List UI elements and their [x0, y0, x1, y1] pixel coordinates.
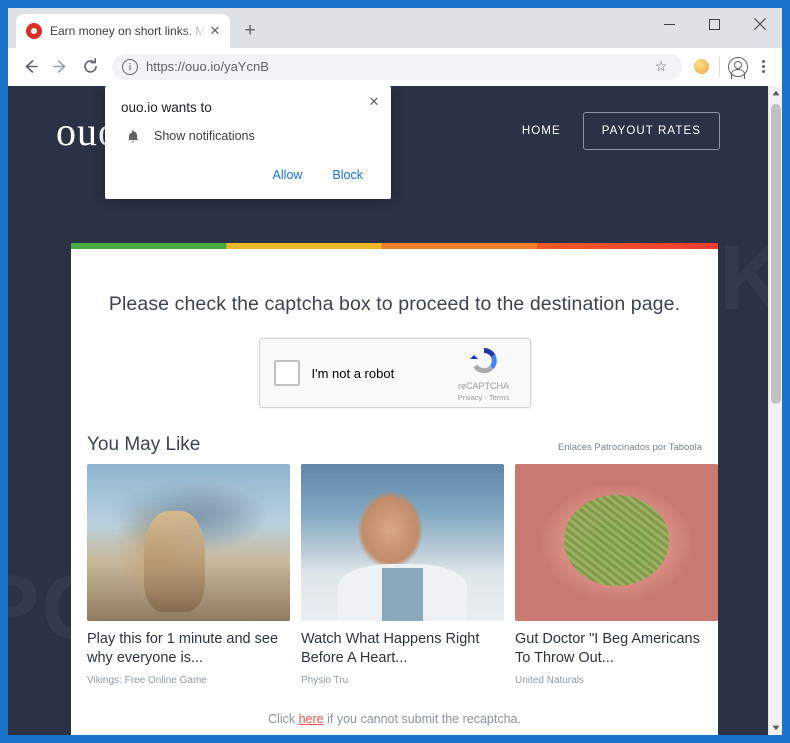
vertical-scrollbar[interactable] [768, 86, 782, 735]
close-icon[interactable]: ✕ [206, 22, 224, 40]
kebab-menu-icon[interactable] [752, 58, 774, 75]
footer-suffix: if you cannot submit the recaptcha. [323, 712, 521, 726]
address-bar[interactable]: i https://ouo.io/yaYcnB ☆ [112, 53, 682, 80]
page-title: Please check the captcha box to proceed … [108, 293, 681, 315]
item-source: Physio Tru [301, 675, 349, 686]
omnibox-right-icons: ☆ [650, 58, 672, 75]
block-button[interactable]: Block [320, 161, 375, 189]
browser-tab[interactable]: Earn money on short links. Make ✕ [16, 14, 230, 48]
url-host-path: ouo.io/yaYcnB [185, 59, 269, 74]
dialog-title: ouo.io wants to [121, 100, 212, 115]
footer-prefix: Click [268, 712, 299, 726]
taboola-credit[interactable]: Enlaces Patrocinados por Taboola [558, 442, 702, 456]
item-source: Vikings: Free Online Game [87, 675, 207, 686]
bell-icon [124, 127, 142, 145]
list-item[interactable]: Play this for 1 minute and see why every… [87, 464, 290, 686]
recaptcha-terms[interactable]: Privacy - Terms [448, 393, 520, 402]
maximize-icon[interactable] [692, 8, 737, 40]
recaptcha-brand: reCAPTCHA [457, 381, 509, 392]
profile-icon[interactable] [728, 56, 748, 79]
site-nav: HOME PAYOUT RATES [522, 112, 720, 150]
item-caption[interactable]: Gut Doctor "I Beg Americans To Throw Out… [515, 630, 718, 668]
allow-button[interactable]: Allow [261, 161, 315, 189]
tab-title: Earn money on short links. Make [50, 24, 206, 38]
recaptcha-checkbox[interactable] [273, 360, 300, 386]
nav-item-home[interactable]: HOME [522, 125, 561, 137]
site-info-icon[interactable]: i [122, 58, 138, 75]
captcha-card: Please check the captcha box to proceed … [71, 243, 718, 735]
intestine-illustration-image[interactable] [515, 464, 718, 621]
reload-icon[interactable] [76, 53, 104, 81]
star-icon[interactable]: ☆ [650, 58, 672, 75]
close-icon[interactable]: ✕ [367, 95, 381, 109]
item-caption[interactable]: Play this for 1 minute and see why every… [87, 630, 290, 668]
captcha-footer-note: Click here if you cannot submit the reca… [71, 712, 718, 735]
recaptcha-branding: reCAPTCHA Privacy - Terms [448, 344, 520, 402]
older-man-portrait-image[interactable] [301, 464, 504, 621]
browser-window: Earn money on short links. Make ✕ + [8, 8, 782, 735]
record-icon [26, 23, 42, 39]
page-content: PCRISK PCRISK ouo HOME PAYOUT RATES Plea… [8, 86, 768, 735]
list-item[interactable]: Gut Doctor "I Beg Americans To Throw Out… [515, 464, 718, 686]
close-window-icon[interactable] [737, 8, 782, 40]
browser-toolbar: i https://ouo.io/yaYcnB ☆ [8, 48, 782, 86]
footer-here-link[interactable]: here [299, 712, 324, 726]
dialog-option-row: Show notifications [121, 127, 375, 145]
nav-item-payout-rates[interactable]: PAYOUT RATES [582, 112, 720, 150]
recaptcha-logo-icon [467, 344, 501, 378]
minimize-icon[interactable] [647, 8, 692, 40]
taboola-grid: Play this for 1 minute and see why every… [71, 456, 718, 686]
address-bar-url: https://ouo.io/yaYcnB [146, 59, 269, 74]
page-viewport: PCRISK PCRISK ouo HOME PAYOUT RATES Plea… [8, 86, 782, 735]
scrollbar-thumb[interactable] [771, 104, 781, 404]
back-arrow-icon[interactable] [16, 53, 44, 81]
tab-strip: Earn money on short links. Make ✕ + [8, 8, 782, 48]
recaptcha-widget[interactable]: I'm not a robot reCAPTCHA Privacy - Term… [258, 338, 531, 408]
url-scheme: https:// [146, 59, 186, 74]
forward-arrow-icon[interactable] [46, 53, 74, 81]
scroll-down-arrow-icon[interactable] [769, 721, 782, 735]
recaptcha-label: I'm not a robot [311, 365, 395, 381]
toolbar-divider [719, 56, 720, 77]
taboola-title: You May Like [87, 434, 201, 455]
notification-permission-dialog[interactable]: ✕ ouo.io wants to Show notifications All… [105, 86, 391, 199]
scroll-up-arrow-icon[interactable] [769, 86, 782, 100]
warrior-woman-with-shark-image[interactable] [87, 464, 290, 621]
item-caption[interactable]: Watch What Happens Right Before A Heart.… [301, 630, 504, 668]
extension-icon[interactable] [694, 59, 709, 74]
new-tab-button[interactable]: + [236, 17, 264, 45]
card-body: Please check the captcha box to proceed … [71, 249, 718, 735]
window-controls [647, 8, 782, 40]
item-source: United Naturals [515, 675, 584, 686]
dialog-actions: Allow Block [121, 161, 375, 189]
taboola-header: You May Like Enlaces Patrocinados por Ta… [71, 434, 718, 456]
dialog-option-label: Show notifications [154, 129, 255, 143]
list-item[interactable]: Watch What Happens Right Before A Heart.… [301, 464, 504, 686]
